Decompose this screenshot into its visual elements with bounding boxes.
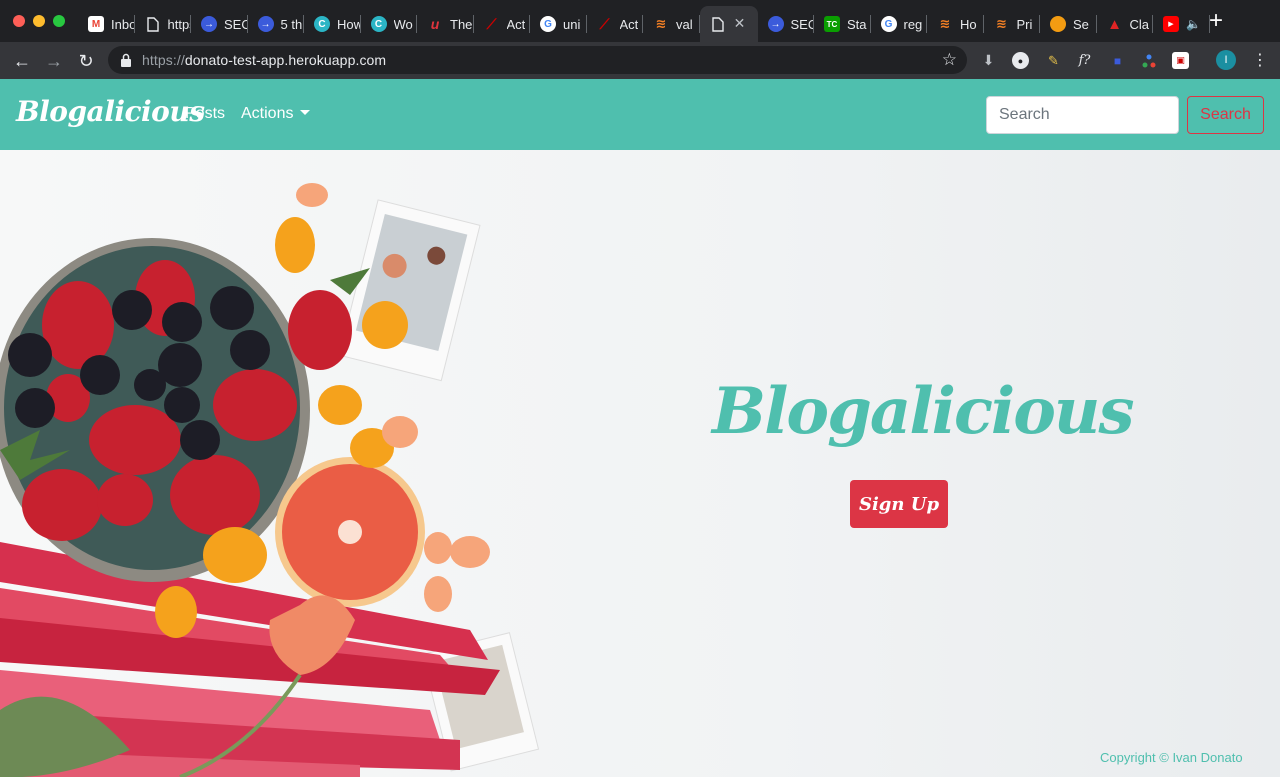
- tab-title: Cla: [1129, 16, 1150, 32]
- rails-icon: ⟋: [486, 15, 497, 32]
- browser-tab[interactable]: Guni: [530, 6, 587, 42]
- tab-title: Inbox: [111, 16, 135, 32]
- nav-dropdown-label: Actions: [241, 105, 294, 122]
- page-icon: [710, 16, 726, 32]
- site-navbar: Blogalicious Posts Actions Search: [0, 79, 1280, 150]
- stackoverflow-icon: ≋: [939, 16, 951, 31]
- stackoverflow-icon: ≋: [655, 16, 667, 31]
- page-viewport: Blogalicious Posts Actions Search Search…: [0, 79, 1280, 777]
- browser-tab[interactable]: https: [135, 6, 192, 42]
- tab-list: M Inbox https → SEO → 5 things C How C Wo u Th…: [78, 6, 1210, 42]
- tab-title: uni: [563, 16, 581, 32]
- navbar-brand[interactable]: Blogalicious: [16, 95, 205, 128]
- browser-tab[interactable]: → SEO: [191, 6, 248, 42]
- square-extension-icon[interactable]: ■: [1109, 52, 1126, 69]
- stackoverflow-icon: ≋: [996, 16, 1007, 31]
- google-icon: G: [540, 16, 556, 32]
- browser-tab[interactable]: C How: [304, 6, 361, 42]
- gmail-icon: M: [88, 16, 104, 32]
- tab-title: https: [167, 16, 192, 32]
- tab-title: SEO: [790, 16, 815, 32]
- tab-title: Wo: [393, 16, 413, 32]
- browser-tab[interactable]: C Wo: [361, 6, 418, 42]
- url-text: https://donato-test-app.herokuapp.com: [142, 52, 386, 68]
- browser-tab[interactable]: ≋ Ho: [927, 6, 984, 42]
- zoom-window-button[interactable]: [53, 15, 65, 27]
- google-icon: G: [880, 16, 897, 32]
- tab-title: Act: [619, 16, 639, 32]
- browser-tab[interactable]: ≋ Pri: [984, 6, 1041, 42]
- tab-title: SEO: [224, 16, 248, 32]
- c-logo-icon: C: [370, 16, 387, 32]
- browser-menu-icon[interactable]: ⋮: [1252, 50, 1268, 72]
- sign-up-button[interactable]: Sign Up: [850, 480, 948, 528]
- circle-extension-icon[interactable]: ●: [1012, 52, 1029, 69]
- rails-icon: ⟋: [599, 15, 610, 32]
- fruit-background-image: [0, 183, 540, 777]
- tab-title: The: [450, 16, 473, 32]
- tab-title: 5 things: [280, 16, 305, 32]
- arrow-circle-icon: →: [201, 16, 217, 32]
- browser-tab[interactable]: Greg: [871, 6, 928, 42]
- lock-icon: [121, 53, 131, 67]
- colored-dots-extension-icon[interactable]: [1140, 52, 1157, 69]
- minimize-window-button[interactable]: [33, 15, 45, 27]
- forward-arrow-icon[interactable]: →: [43, 50, 65, 72]
- new-tab-button[interactable]: +: [1206, 9, 1226, 33]
- tab-title: Act: [506, 16, 526, 32]
- tab-title: How: [337, 16, 361, 32]
- browser-tab[interactable]: ⟋ Act: [474, 6, 531, 42]
- browser-tab[interactable]: → 5 things: [248, 6, 305, 42]
- bookmark-star-icon[interactable]: ☆: [942, 50, 957, 70]
- copyright-text: Copyright © Ivan Donato: [1100, 750, 1243, 765]
- browser-toolbar: ← → ↻ https://donato-test-app.herokuapp.…: [0, 42, 1280, 79]
- red-badge-extension-icon[interactable]: ▣: [1172, 52, 1189, 69]
- formula-extension-icon[interactable]: f?: [1076, 52, 1093, 69]
- tab-title: Se: [1073, 16, 1089, 32]
- tab-title: reg: [903, 16, 923, 32]
- tab-title: val: [676, 16, 693, 32]
- url-scheme: https://: [142, 52, 185, 68]
- browser-tab-active[interactable]: ✕: [699, 6, 758, 42]
- url-domain: donato-test-app.herokuapp.com: [184, 52, 387, 68]
- close-tab-icon[interactable]: ✕: [732, 15, 748, 31]
- browser-tab-strip: M Inbox https → SEO → 5 things C How C Wo u Th…: [0, 0, 1280, 42]
- browser-tab[interactable]: ▲ Cla: [1097, 6, 1154, 42]
- browser-tab[interactable]: TC Sta: [814, 6, 871, 42]
- nav-dropdown-actions[interactable]: Actions: [241, 105, 311, 123]
- arrow-circle-icon: →: [257, 16, 274, 32]
- search-input[interactable]: [986, 96, 1179, 134]
- browser-tab[interactable]: u The: [417, 6, 474, 42]
- techcrunch-icon: TC: [824, 16, 840, 32]
- pen-extension-icon[interactable]: ✎: [1045, 52, 1062, 69]
- back-arrow-icon[interactable]: ←: [11, 50, 33, 72]
- red-house-icon: ▲: [1107, 15, 1122, 33]
- browser-tab[interactable]: ▶ 🔈: [1153, 6, 1210, 42]
- browser-tab[interactable]: Se: [1040, 6, 1097, 42]
- profile-avatar[interactable]: I: [1216, 50, 1236, 70]
- browser-tab[interactable]: ⟋ Act: [587, 6, 644, 42]
- tab-title: Pri: [1016, 16, 1033, 32]
- hero-section: Blogalicious Sign Up Copyright © Ivan Do…: [0, 150, 1280, 777]
- u-logo-icon: u: [430, 16, 440, 32]
- orange-circle-icon: [1050, 16, 1066, 32]
- arrow-circle-icon: →: [767, 16, 784, 32]
- browser-tab[interactable]: ≋ val: [643, 6, 700, 42]
- hero-title: Blogalicious: [712, 374, 1134, 449]
- c-logo-icon: C: [314, 16, 330, 32]
- audio-playing-icon: 🔈: [1186, 17, 1201, 31]
- download-extension-icon[interactable]: ⬇: [980, 52, 997, 69]
- youtube-icon: ▶: [1163, 16, 1179, 32]
- tab-title: Ho: [960, 16, 977, 32]
- search-button[interactable]: Search: [1187, 96, 1264, 134]
- caret-down-icon: [300, 110, 311, 115]
- browser-tab[interactable]: → SEO: [758, 6, 815, 42]
- tab-title: Sta: [847, 16, 867, 32]
- close-window-button[interactable]: [13, 15, 25, 27]
- reload-icon[interactable]: ↻: [75, 50, 97, 72]
- page-icon: [145, 16, 161, 32]
- browser-tab[interactable]: M Inbox: [78, 6, 135, 42]
- nav-link-posts[interactable]: Posts: [185, 105, 225, 123]
- address-bar[interactable]: https://donato-test-app.herokuapp.com ☆: [108, 46, 967, 74]
